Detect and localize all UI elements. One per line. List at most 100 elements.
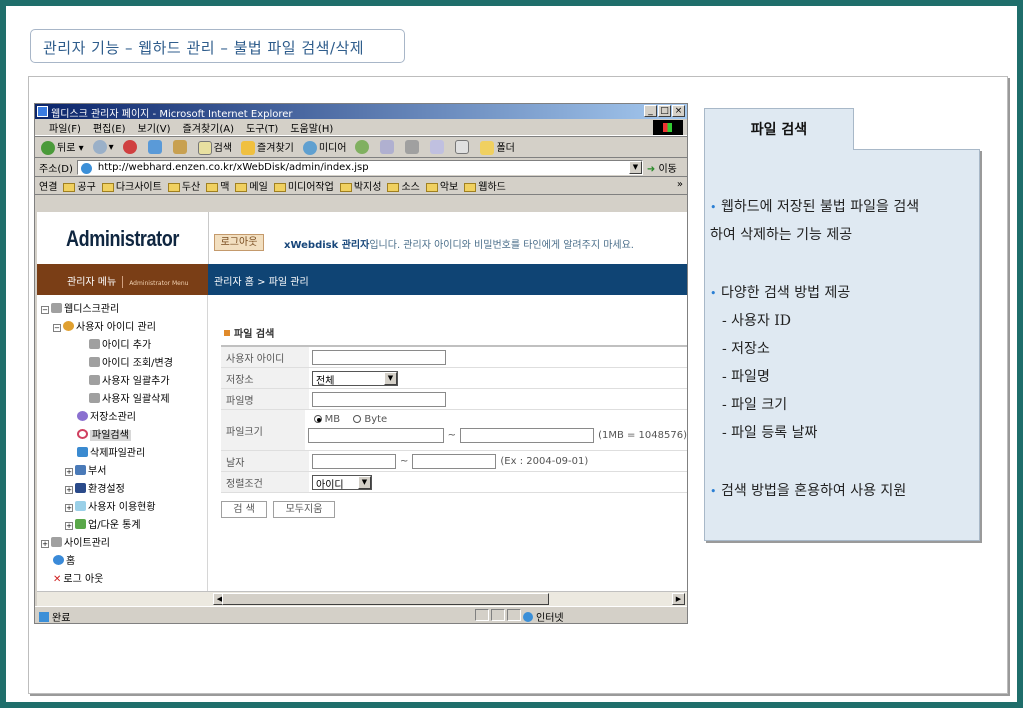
refresh-icon[interactable] (147, 140, 162, 154)
user-id-input[interactable] (312, 349, 446, 365)
print-icon[interactable] (405, 140, 420, 154)
home-icon[interactable] (172, 140, 187, 154)
ie-app-icon (37, 106, 48, 117)
back-button[interactable]: 뒤로 ▾ (41, 139, 84, 155)
menu-favorites[interactable]: 즐겨찾기(A) (183, 120, 234, 135)
tree-item-usage[interactable]: + 사용자 이용현황 (65, 498, 156, 513)
transfer-icon (75, 519, 86, 529)
search-button[interactable]: 검 색 (221, 501, 267, 518)
browser-menubar: 파일(F) 편집(E) 보기(V) 즐겨찾기(A) 도구(T) 도움말(H) (35, 119, 687, 136)
close-button[interactable]: × (672, 105, 685, 117)
history-icon[interactable] (355, 140, 370, 154)
tree-item-stats[interactable]: + 업/다운 통계 (65, 516, 141, 531)
tree-item-bulk-delete[interactable]: 사용자 일괄삭제 (89, 390, 170, 405)
size-hint: (1MB = 1048576) (598, 430, 687, 441)
folder-button[interactable]: 폴더 (480, 139, 515, 155)
admin-tree: − 웹디스크관리 − 사용자 아이디 관리 아이디 추가 아이디 조회/변경 사용자… (37, 295, 208, 609)
minimize-button[interactable]: _ (644, 105, 657, 117)
scroll-thumb[interactable] (222, 593, 549, 605)
search-icon (197, 141, 212, 155)
admin-logo: Administrator (66, 226, 179, 251)
link-4[interactable]: 메일 (235, 178, 268, 193)
link-5[interactable]: 미디어작업 (273, 178, 334, 193)
menu-edit[interactable]: 편집(E) (93, 120, 126, 135)
tree-item-file-search[interactable]: 파일검색 (77, 426, 131, 441)
maximize-button[interactable]: □ (658, 105, 671, 117)
size-range-tilde: ~ (447, 430, 457, 441)
favorites-button[interactable]: 즐겨찾기 (241, 139, 294, 155)
unit-mb-radio[interactable]: MB (313, 414, 340, 425)
logout-button[interactable]: 로그아웃 (214, 234, 264, 251)
link-1[interactable]: 다크사이트 (101, 178, 162, 193)
chevron-more-icon[interactable]: » (677, 179, 683, 190)
tree-item-settings[interactable]: + 환경설정 (65, 480, 125, 495)
divider (122, 276, 124, 288)
date-from-input[interactable] (312, 453, 396, 469)
tree-item-bulk-add[interactable]: 사용자 일괄추가 (89, 372, 170, 387)
search-button[interactable]: 검색 (197, 139, 232, 155)
tree-item-view-id[interactable]: 아이디 조회/변경 (89, 354, 173, 369)
status-cell (507, 609, 521, 621)
form-row-filename: 파일명 (221, 389, 687, 410)
menu-tools[interactable]: 도구(T) (246, 120, 278, 135)
unit-byte-radio[interactable]: Byte (353, 414, 387, 425)
label-sort: 정렬조건 (221, 472, 309, 492)
link-3[interactable]: 맥 (206, 178, 229, 193)
link-7[interactable]: 소스 (387, 178, 420, 193)
link-9[interactable]: 웹하드 (464, 178, 506, 193)
tree-item-home[interactable]: 홈 (53, 552, 75, 567)
link-8[interactable]: 악보 (425, 178, 458, 193)
collapse-icon: − (53, 324, 61, 332)
tree-item-department[interactable]: + 부서 (65, 462, 106, 477)
link-6[interactable]: 박지성 (339, 178, 381, 193)
address-input[interactable]: http://webhard.enzen.co.kr/xWebDisk/admi… (76, 159, 643, 175)
link-2[interactable]: 두산 (167, 178, 200, 193)
clear-all-button[interactable]: 모두지움 (273, 501, 335, 518)
tree-item-webdisk[interactable]: − 웹디스크관리 (41, 300, 119, 315)
filename-input[interactable] (312, 391, 446, 407)
tree-item-logout[interactable]: ✕ 로그 아웃 (53, 570, 103, 585)
horizontal-scrollbar[interactable]: ◀ ▶ (37, 591, 687, 606)
globe-icon (523, 612, 533, 622)
size-min-input[interactable] (307, 428, 444, 443)
stop-icon[interactable] (122, 140, 137, 154)
info-line: • 검색 방법을 혼용하여 사용 지원 (710, 483, 907, 499)
info-line: - 파일 크기 (722, 397, 788, 413)
tree-item-user-id[interactable]: − 사용자 아이디 관리 (53, 318, 156, 333)
label-storage: 저장소 (221, 368, 309, 388)
go-button[interactable]: ➜ 이동 (647, 160, 677, 175)
menu-view[interactable]: 보기(V) (138, 120, 171, 135)
back-arrow-icon (41, 141, 55, 155)
edit-icon[interactable] (430, 140, 445, 154)
form-row-user-id: 사용자 아이디 (221, 347, 687, 368)
folder-icon (167, 182, 180, 192)
menu-help[interactable]: 도움말(H) (290, 120, 333, 135)
form-row-date: 날자 ~ (Ex : 2004-09-01) (221, 451, 687, 472)
tree-item-add-id[interactable]: 아이디 추가 (89, 336, 151, 351)
grid-icon (75, 465, 86, 475)
tree-item-site[interactable]: + 사이트관리 (41, 534, 110, 549)
drive-icon (51, 537, 62, 547)
mail-icon[interactable] (380, 140, 395, 154)
tree-item-storage[interactable]: 저장소관리 (77, 408, 136, 423)
forward-button[interactable]: ▾ (92, 140, 114, 154)
scroll-right-icon[interactable]: ▶ (672, 593, 685, 605)
link-0[interactable]: 공구 (63, 178, 96, 193)
size-max-input[interactable] (460, 428, 595, 443)
sort-select[interactable]: 아이디 ▼ (312, 474, 372, 491)
discuss-icon[interactable] (455, 140, 470, 154)
storage-select[interactable]: 전체 ▼ (312, 370, 398, 387)
address-dropdown-icon[interactable]: ▼ (628, 160, 642, 174)
expand-icon: + (41, 540, 49, 548)
tree-item-deleted-files[interactable]: 삭제파일관리 (77, 444, 145, 459)
menu-file[interactable]: 파일(F) (49, 120, 81, 135)
info-line: - 파일명 (722, 369, 770, 385)
label-date: 날자 (221, 451, 309, 471)
folder-icon (339, 182, 352, 192)
chevron-down-icon: ▼ (384, 371, 397, 385)
media-button[interactable]: 미디어 (302, 139, 346, 155)
bullet-icon: • (710, 485, 717, 498)
date-range-tilde: ~ (400, 455, 409, 467)
date-to-input[interactable] (412, 453, 497, 469)
favorites-icon (241, 141, 256, 155)
